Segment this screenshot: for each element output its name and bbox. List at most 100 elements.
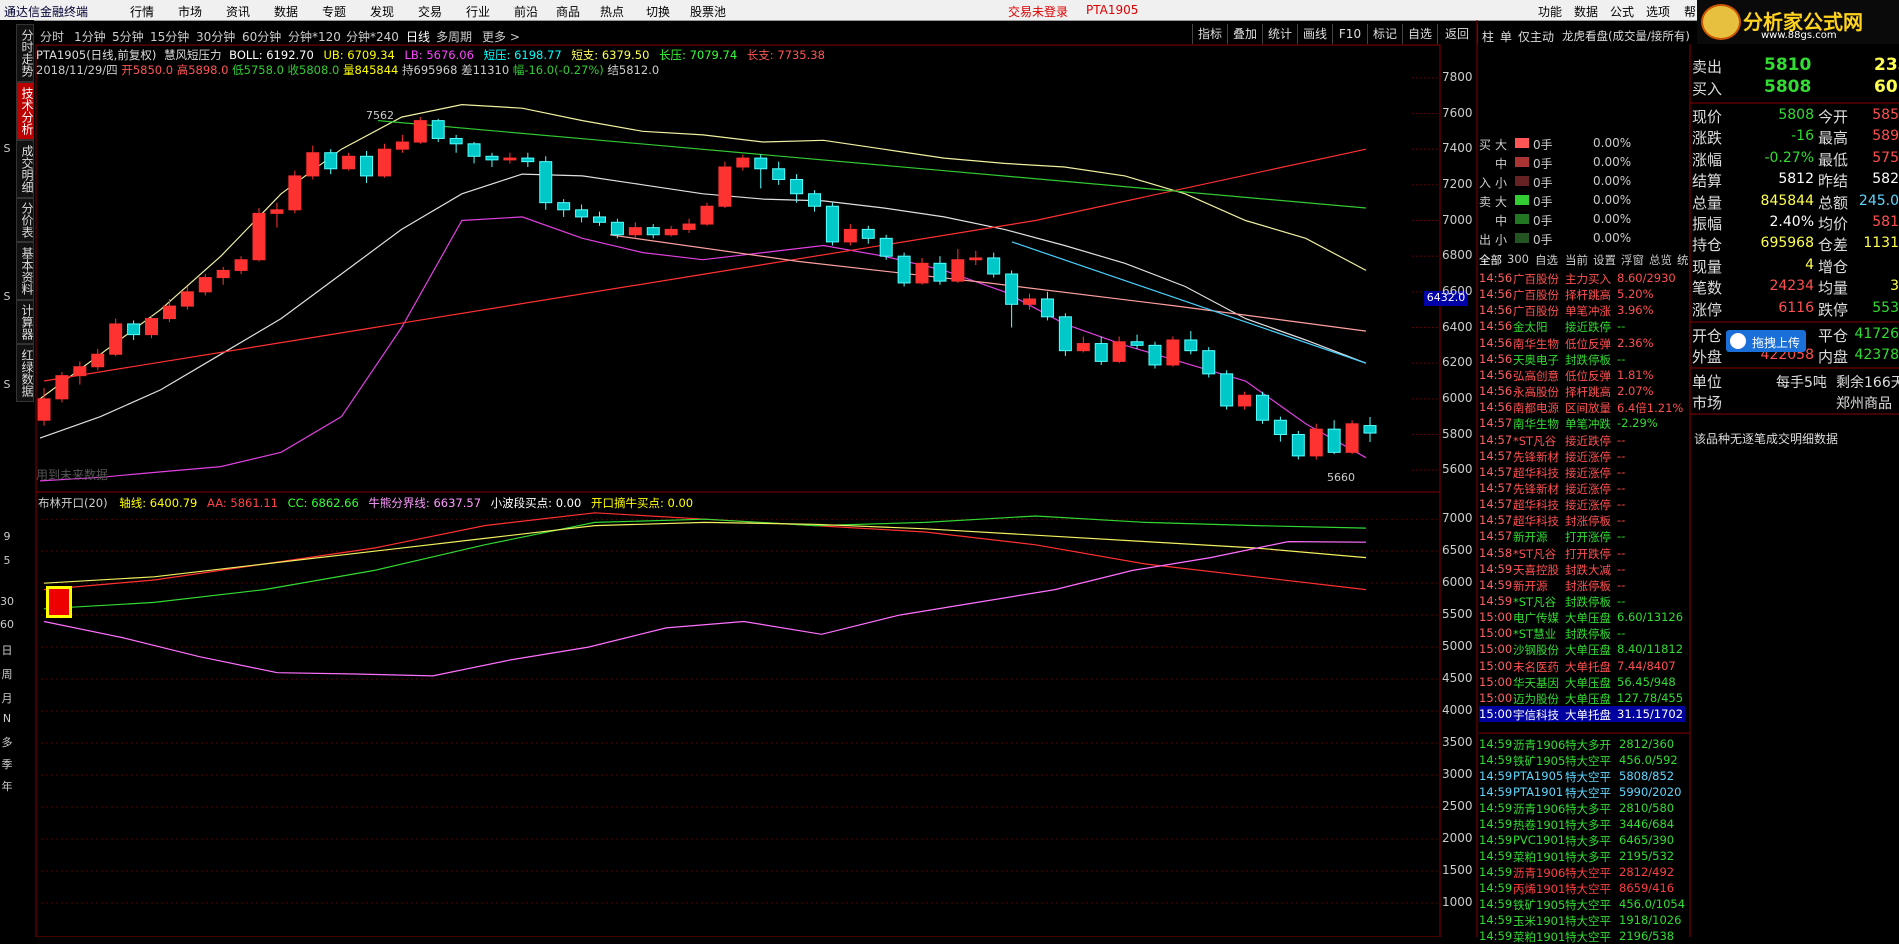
ticker-time: 14:56	[1479, 400, 1513, 415]
filter-tab[interactable]: 全部	[1479, 252, 1502, 268]
ticker2-time: 14:59	[1479, 833, 1513, 847]
order-tab-active[interactable]: 仅主动	[1518, 28, 1554, 45]
ticker-row[interactable]: 14:58 *ST凡谷 打开跌停 --	[1479, 545, 1685, 561]
filter-tab[interactable]: 浮窗	[1621, 252, 1644, 268]
lower-nx-line	[43, 540, 1367, 677]
order-tab-longhu[interactable]: 龙虎看盘(成交量/接所有)	[1562, 28, 1690, 44]
ticker2-row[interactable]: 14:59 PTA1905 特大空平 5808/852	[1479, 768, 1685, 784]
ticker2-row[interactable]: 14:59 铁矿1905 特大空平 456.0/592	[1479, 752, 1685, 768]
quote-label: 持仓	[1692, 236, 1723, 255]
ticker-row[interactable]: 14:56 弘高创意 低位反弹 1.81%	[1479, 367, 1685, 383]
quote-top-label: 买入	[1692, 80, 1723, 98]
ticker-row[interactable]: 14:57 *ST凡谷 接近跌停 --	[1479, 432, 1685, 448]
ticker-row[interactable]: 15:00 宇信科技 大单托盘 31.15/1702	[1479, 706, 1685, 723]
ticker-row[interactable]: 14:57 南华生物 单笔冲跌 -2.29%	[1479, 415, 1685, 431]
ticker-row[interactable]: 14:56 广百股份 择杆跳高 5.20%	[1479, 286, 1685, 302]
ticker-time: 14:59	[1479, 561, 1513, 576]
candle	[252, 212, 266, 261]
orderbook-pct: 0.00%	[1593, 136, 1632, 150]
ticker-row[interactable]: 14:57 新开源 打开涨停 --	[1479, 528, 1685, 544]
ticker2-row[interactable]: 14:59 菜粕1901 特大多平 2195/532	[1479, 848, 1685, 864]
ticker2-row[interactable]: 14:59 玉米1901 特大空平 1918/1026	[1479, 912, 1685, 928]
ticker-row[interactable]: 14:57 超华科技 接近涨停 --	[1479, 496, 1685, 512]
ticker-row[interactable]: 14:57 先锋新材 接近涨停 --	[1479, 480, 1685, 496]
ticker2-value: 2810/580	[1619, 801, 1675, 815]
ticker2-name: 玉米1901	[1513, 914, 1566, 928]
ticker-event: 大单压盘	[1565, 611, 1611, 626]
filter-tab[interactable]: 当前	[1565, 252, 1588, 268]
candle	[431, 120, 445, 139]
ticker-row[interactable]: 14:59 新开源 封涨停板 --	[1479, 577, 1685, 593]
filter-tab[interactable]: 总览	[1649, 252, 1672, 268]
ticker-time: 14:56	[1479, 271, 1513, 285]
filter-tab[interactable]: 设置	[1593, 252, 1616, 268]
order-tab-dan[interactable]: 单	[1500, 28, 1512, 45]
ticker-row[interactable]: 14:59 天喜控股 封跌大减 --	[1479, 561, 1685, 577]
ticker-name: 新开源	[1513, 530, 1548, 545]
ticker2-row[interactable]: 14:59 沥青1906 特大多平 2810/580	[1479, 800, 1685, 816]
filter-tab[interactable]: 300	[1507, 252, 1529, 266]
ticker-event: 大单压盘	[1565, 643, 1611, 658]
ticker-row[interactable]: 14:59 *ST凡谷 封跌停板 --	[1479, 593, 1685, 609]
ticker2-value: 6465/390	[1619, 833, 1675, 847]
quote-value: -16	[1791, 128, 1814, 145]
ticker-row[interactable]: 14:56 南华生物 低位反弹 2.36%	[1479, 335, 1685, 351]
ticker-time: 14:56	[1479, 303, 1513, 318]
ticker2-event: 特大多平	[1565, 802, 1611, 816]
orderbook-size: 中	[1495, 157, 1508, 171]
ticker2-event: 特大空平	[1565, 866, 1611, 880]
ticker-row[interactable]: 15:00 华天基因 大单压盘 56.45/948	[1479, 674, 1685, 690]
filter-tab[interactable]: 自选	[1535, 252, 1558, 268]
ticker-row[interactable]: 15:00 沙钢股份 大单压盘 8.40/11812	[1479, 641, 1685, 657]
ticker-value: 6.4倍1.21%	[1617, 401, 1684, 416]
orderbook-pct: 0.00%	[1593, 155, 1632, 169]
filter-tab[interactable]: 统	[1677, 252, 1689, 268]
quote-value: 5808	[1778, 107, 1814, 123]
ticker2-row[interactable]: 14:59 沥青1906 特大多开 2812/360	[1479, 736, 1685, 752]
quote-label: 涨停	[1692, 300, 1723, 319]
ticker-row[interactable]: 14:57 超华科技 接近涨停 --	[1479, 464, 1685, 480]
upload-button[interactable]: 拖拽上传	[1726, 330, 1806, 352]
orderbook-side: 出	[1479, 233, 1492, 247]
ticker-time: 14:59	[1479, 577, 1513, 592]
ticker-row[interactable]: 14:56 广百股份 主力买入 8.60/2930	[1479, 270, 1685, 286]
ticker2-name: 沥青1906	[1513, 738, 1566, 752]
candle	[736, 157, 750, 168]
quote3-value: 每手5吨	[1776, 375, 1827, 391]
ticker-row[interactable]: 15:00 *ST慧业 封跌停板 --	[1479, 625, 1685, 641]
ticker-row[interactable]: 14:56 永高股份 择杆跳高 2.07%	[1479, 383, 1685, 399]
filter-tabs: 全部 300 自选 当前 设置 浮窗 总览统	[1479, 250, 1689, 268]
quote3-label: 单位	[1692, 373, 1723, 391]
candle	[772, 168, 786, 180]
ticker2-row[interactable]: 14:59 PTA1901 特大空平 5990/2020	[1479, 784, 1685, 800]
ticker-row[interactable]: 14:56 天奥电子 封跌停板 --	[1479, 351, 1685, 367]
candle	[610, 221, 624, 236]
ticker-row[interactable]: 14:56 南都电源 区间放量 6.4倍1.21%	[1479, 399, 1685, 415]
orderbook-row: 中 0手 0.00%	[1477, 153, 1689, 171]
ticker-row[interactable]: 14:57 超华科技 封涨停板 --	[1479, 512, 1685, 528]
ticker2-row[interactable]: 14:59 丙烯1901 特大空平 8659/416	[1479, 880, 1685, 896]
ticker-value: 5.20%	[1617, 287, 1654, 302]
quote-top-extra: 233	[1874, 55, 1899, 75]
ticker-row[interactable]: 14:56 广百股份 单笔冲涨 3.96%	[1479, 302, 1685, 318]
ticker2-row[interactable]: 14:59 热卷1901 特大多平 3446/684	[1479, 816, 1685, 832]
ticker-row[interactable]: 14:57 先锋新材 接近涨停 --	[1479, 448, 1685, 464]
candle	[162, 305, 176, 320]
ticker2-row[interactable]: 14:59 沥青1906 特大空平 2812/492	[1479, 864, 1685, 880]
ticker-row[interactable]: 15:00 电广传媒 大单压盘 6.60/13126	[1479, 609, 1685, 625]
quote-label2: 今开	[1818, 108, 1849, 126]
ticker-row[interactable]: 15:00 未名医药 大单托盘 7.44/8407	[1479, 658, 1685, 674]
ticker2-row[interactable]: 14:59 菜粕1901 特大空平 2196/538	[1479, 928, 1685, 944]
lower-xb: 小波段买点: 0.00	[490, 496, 582, 510]
quote-label: 涨跌	[1692, 129, 1723, 148]
ticker-name: 永高股份	[1513, 385, 1559, 400]
ticker2-name: 丙烯1901	[1513, 882, 1566, 896]
quote-value2: 585	[1872, 107, 1899, 123]
quote-label: 振幅	[1692, 215, 1723, 233]
order-tab-zhu[interactable]: 柱	[1482, 28, 1494, 45]
ticker-value: 31.15/1702	[1617, 707, 1684, 722]
ticker2-row[interactable]: 14:59 PVC1901 特大多平 6465/390	[1479, 832, 1685, 848]
ticker2-row[interactable]: 14:59 铁矿1905 特大空平 456.0/1054	[1479, 896, 1685, 912]
ticker-row[interactable]: 14:56 金太阳 接近跌停 --	[1479, 318, 1685, 334]
ticker-row[interactable]: 15:00 迈为股份 大单压盘 127.78/455	[1479, 690, 1685, 706]
